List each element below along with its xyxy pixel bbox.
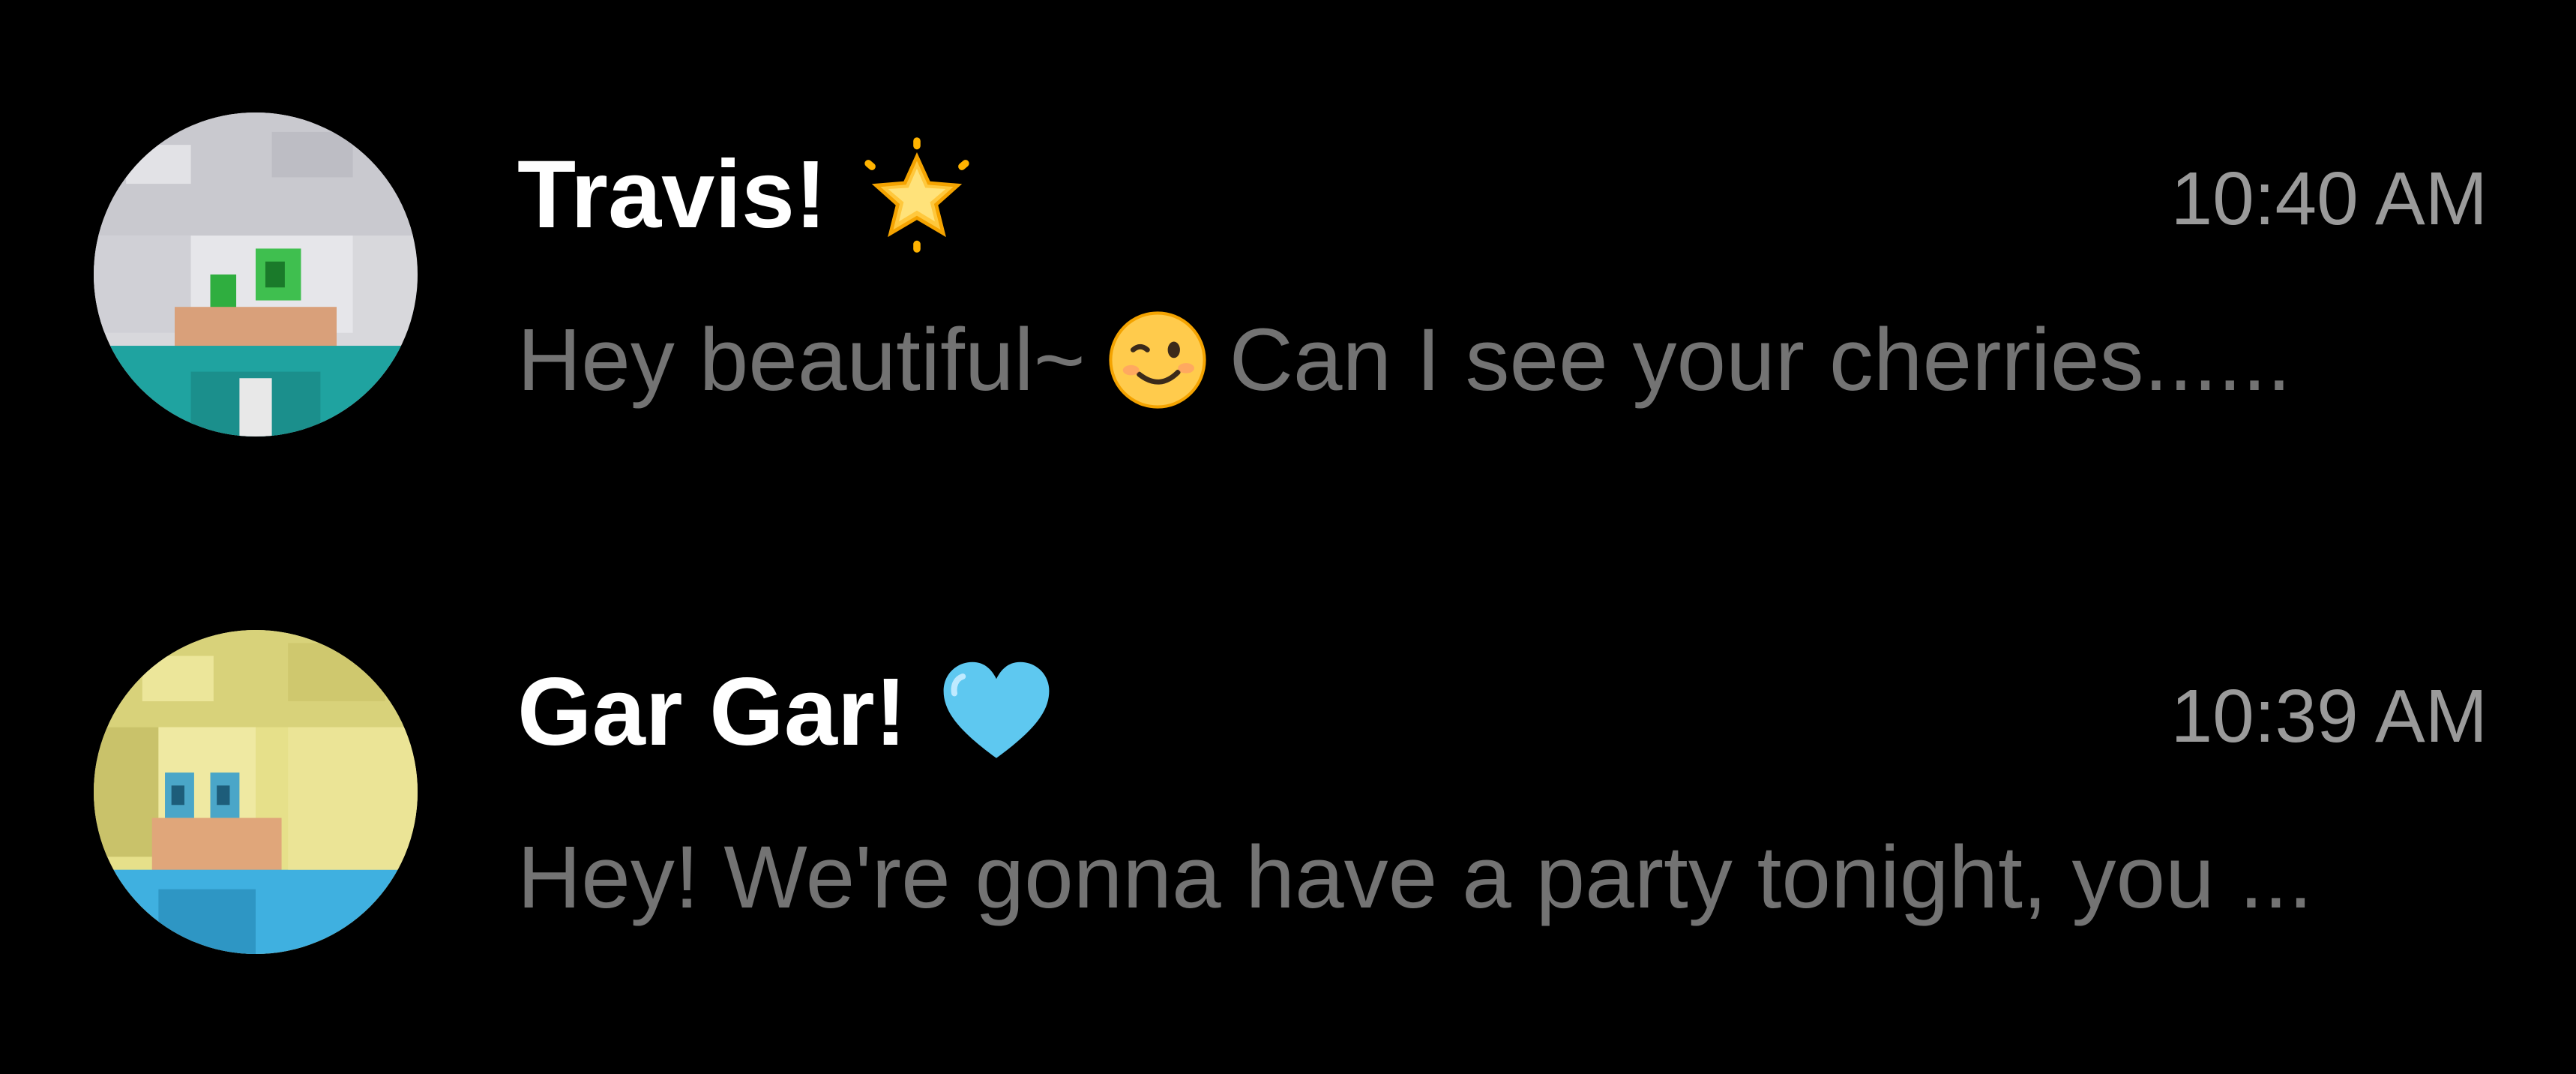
light-blue-heart-icon: [936, 652, 1056, 772]
message-preview: Hey! We're gonna have a party tonight, y…: [517, 821, 2497, 934]
avatar-icon: [94, 112, 418, 436]
timestamp: 10:39 AM: [2170, 674, 2488, 758]
preview-text-end: Can I see your cherries......: [1229, 310, 2292, 410]
preview-text: Hey! We're gonna have a party tonight, y…: [517, 828, 2313, 927]
chat-row-travis[interactable]: Travis! 10:40 AM Hey beautiful~ Can I se…: [0, 75, 2576, 525]
chat-list: Travis! 10:40 AM Hey beautiful~ Can I se…: [0, 0, 2576, 1074]
avatar[interactable]: [94, 112, 418, 436]
avatar[interactable]: [94, 630, 418, 954]
contact-name: Gar Gar!: [517, 658, 907, 766]
contact-name: Travis!: [517, 141, 827, 248]
contact-name-line: Gar Gar!: [517, 656, 1056, 769]
winking-face-icon: [1107, 309, 1209, 411]
preview-text-start: Hey beautiful~: [517, 310, 1086, 410]
avatar-icon: [94, 630, 418, 954]
glowing-star-icon: [857, 135, 977, 255]
timestamp: 10:40 AM: [2170, 157, 2488, 241]
message-preview: Hey beautiful~ Can I see your cherries..…: [517, 304, 2497, 416]
contact-name-line: Travis!: [517, 137, 977, 253]
chat-row-gar-gar[interactable]: Gar Gar! 10:39 AM Hey! We're gonna have …: [0, 592, 2576, 1042]
